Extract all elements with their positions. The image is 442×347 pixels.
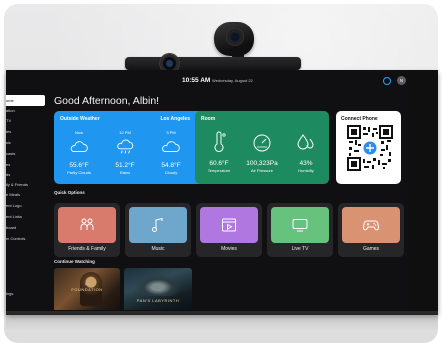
poster-foundation[interactable]: tv+ FOUNDATION (54, 268, 120, 310)
sidebar-item[interactable]: m Controls (6, 233, 52, 244)
tv-shadow (6, 313, 438, 331)
sidebar-item[interactable]: TV (6, 115, 52, 126)
poster-title: PAN'S LABYRINTH (136, 298, 180, 303)
quick-option-games[interactable]: Games (338, 203, 404, 257)
quick-option-label: Games (362, 246, 380, 252)
rain-cloud-icon (117, 139, 134, 154)
room-temp-value: 60.6°F (209, 160, 229, 167)
quick-option-music[interactable]: Music (125, 203, 191, 257)
forecast-desc: Rains (119, 170, 131, 175)
quick-tile (200, 207, 258, 243)
forecast-desc: Partly Clouds (67, 170, 91, 175)
avatar[interactable]: N (397, 76, 406, 85)
forecast-3pm: 3 PM 54.8°F Cloudy (149, 130, 193, 175)
room-pressure: 100,323Pa Air Pressure (240, 127, 284, 173)
quick-option-label: Movies (221, 246, 237, 252)
cloud-icon (162, 141, 180, 153)
droplets-icon (297, 134, 314, 150)
room-humidity-value: 43% (299, 160, 313, 167)
room-temperature: 60.6°F Temperature (197, 127, 241, 173)
tv-display: 10:55 AM Wednesday, August 22 N ome atio… (6, 70, 438, 313)
quick-tile (342, 207, 400, 243)
room-humidity-label: Humidity (298, 168, 314, 173)
sidebar-item[interactable]: e Meals (6, 189, 52, 200)
assistant-icon[interactable] (383, 77, 391, 85)
status-bar: 10:55 AM Wednesday, August 22 N (6, 73, 408, 87)
greeting-title: Good Afternoon, Albin! (54, 95, 160, 107)
connect-phone-card[interactable]: Connect Phone (336, 111, 401, 184)
room-title: Room (201, 116, 216, 122)
quick-option-label: Friends & Family (68, 246, 106, 252)
quick-option-friends-family[interactable]: Friends & Family (54, 203, 120, 257)
room-pressure-value: 100,323Pa (246, 160, 278, 167)
forecast-temp: 54.8°F (161, 162, 181, 169)
gamepad-icon (363, 220, 379, 231)
quick-option-movies[interactable]: Movies (196, 203, 262, 257)
connect-phone-title: Connect Phone (341, 116, 378, 122)
sidebar-item[interactable]: ent Links (6, 211, 52, 222)
poster-pans-labyrinth[interactable]: PAN'S LABYRINTH (124, 268, 192, 310)
forecast-temp: 51.2°F (115, 162, 135, 169)
forecast-time: Now (74, 130, 83, 135)
continue-watching-title: Continue Watching (54, 259, 95, 264)
ptz-camera (214, 22, 254, 56)
weather-card[interactable]: Outside Weather Los Angeles Now 55.6°F P… (54, 111, 218, 184)
quick-option-live-tv[interactable]: Live TV (267, 203, 333, 257)
sidebar: ome ation TV ies sic casts es ds ily & F… (6, 95, 52, 310)
quick-option-label: Live TV (291, 246, 309, 252)
sidebar-item[interactable]: casts (6, 148, 52, 159)
sidebar-item-settings[interactable]: ings (6, 288, 52, 299)
forecast-desc: Cloudy (164, 170, 178, 175)
sidebar-item[interactable]: sic (6, 137, 52, 148)
date: Wednesday, August 22 (212, 78, 253, 83)
smart-home-screen: 10:55 AM Wednesday, August 22 N ome atio… (6, 70, 408, 310)
forecast-time: 12 PM (119, 130, 131, 135)
room-humidity: 43% Humidity (284, 127, 328, 173)
quick-tile (271, 207, 329, 243)
gauge-icon (253, 134, 271, 152)
movie-icon (222, 218, 236, 232)
camera-bar (125, 57, 301, 70)
tv-icon (292, 219, 308, 232)
forecast-now: Now 55.6°F Partly Clouds (57, 130, 101, 175)
room-card[interactable]: Room 60.6°F Temperature 100,323Pa Air Pr… (195, 111, 329, 184)
clock: 10:55 AM (182, 77, 211, 84)
weather-title: Outside Weather (60, 116, 100, 122)
sidebar-item[interactable]: board (6, 222, 52, 233)
camera-eye-icon (226, 28, 244, 46)
quick-tile (129, 207, 187, 243)
quick-option-label: Music (151, 246, 165, 252)
quick-tile (58, 207, 116, 243)
forecast-temp: 55.6°F (69, 162, 89, 169)
partly-cloudy-icon (70, 141, 88, 153)
sidebar-item[interactable]: ent Logo (6, 200, 52, 211)
people-icon (80, 218, 94, 230)
poster-title: FOUNDATION (71, 287, 103, 292)
forecast-12pm: 12 PM 51.2°F Rains (103, 130, 147, 175)
qr-code-icon (347, 125, 393, 171)
forecast-time: 3 PM (166, 130, 176, 135)
poster-brand: tv+ (84, 282, 90, 286)
sidebar-item[interactable]: ies (6, 126, 52, 137)
poster-creature (134, 274, 182, 296)
thermometer-icon (214, 131, 226, 152)
room-temp-label: Temperature (207, 168, 231, 173)
music-note-icon (152, 217, 163, 232)
room-pressure-label: Air Pressure (250, 168, 273, 173)
weather-location: Los Angeles (160, 116, 190, 122)
quick-options-title: Quick Options (54, 190, 85, 195)
